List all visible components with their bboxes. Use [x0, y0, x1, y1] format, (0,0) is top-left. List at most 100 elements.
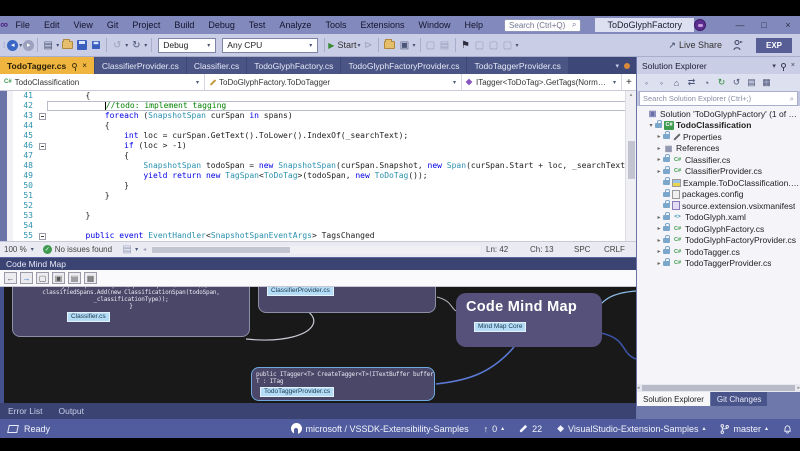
bookmark-icon[interactable]: ⚑ [459, 37, 473, 53]
tree-item-todotaggerprovider-cs[interactable]: ▸ C# TodoTaggerProvider.cs [637, 257, 800, 270]
code-line-49[interactable]: 49 yield return new TagSpan<ToDoTag>(tod… [13, 171, 636, 181]
forward-circle-icon[interactable]: ◦ [656, 78, 667, 88]
expander-icon[interactable]: ▾ [647, 122, 655, 129]
code-line-52[interactable]: 52 [13, 201, 636, 211]
panel-tab-solution-explorer[interactable]: Solution Explorer [637, 392, 710, 406]
nav-forward-icon[interactable]: → [20, 272, 33, 284]
solution-explorer-hscrollbar[interactable]: ◂ ▸ [637, 384, 800, 392]
editor-vertical-scrollbar[interactable]: ▴ [625, 91, 636, 241]
tree-item-todoglyphfactoryprovider-cs[interactable]: ▸ C# TodoGlyphFactoryProvider.cs [637, 234, 800, 247]
clear-bookmarks-icon[interactable]: ▢ [501, 37, 515, 53]
tab-list-chevron-icon[interactable]: ▾ [615, 62, 619, 70]
expander-icon[interactable]: ▸ [655, 237, 663, 244]
tree-item-source-extension-vsixmanifest[interactable]: source.extension.vsixmanifest [637, 200, 800, 212]
mindmap-panel-title[interactable]: Code Mind Map [0, 257, 636, 270]
find-in-files-icon[interactable]: ▣ [397, 37, 411, 53]
mindmap-node-badge[interactable]: TodoTaggerProvider.cs [260, 387, 335, 397]
code-line-43[interactable]: 43 foreach (SnapshotSpan curSpan in span… [13, 111, 636, 121]
tree-item-properties[interactable]: ▸ Properties [637, 131, 800, 143]
tab-classifier-cs[interactable]: Classifier.cs [186, 57, 247, 74]
code-line-42[interactable]: 42 //todo: implement tagging [13, 101, 636, 111]
undo-icon[interactable]: ↺ [110, 37, 124, 53]
back-circle-icon[interactable]: ◦ [641, 78, 652, 88]
scrollbar-thumb[interactable] [627, 141, 635, 179]
find-dropdown[interactable]: ▾ [412, 42, 415, 49]
mindmap-node-classifier[interactable]: SnapshotSpan todoSpan = tagSpan.Span.Get… [12, 287, 250, 337]
mindmap-node-badge[interactable]: Classifier.cs [67, 312, 110, 322]
minimize-button[interactable]: — [728, 16, 752, 34]
mindmap-node-todo-tagger-provider[interactable]: public ITagger<T> CreateTagger<T>(ITextB… [251, 367, 435, 401]
menu-test[interactable]: Test [242, 16, 273, 34]
solution-explorer-header[interactable]: Solution Explorer ▾ × [637, 57, 800, 74]
scroll-up-icon[interactable]: ▴ [630, 91, 633, 99]
prev-bookmark-icon[interactable]: ▢ [473, 37, 487, 53]
editor-horizontal-scrollbar[interactable] [152, 245, 480, 254]
bottom-tab-output[interactable]: Output [58, 406, 84, 416]
quick-search-input[interactable]: Search (Ctrl+Q) ⌕ [504, 18, 582, 32]
redo-dropdown[interactable]: ▾ [144, 42, 147, 49]
redo-icon[interactable]: ↻ [129, 37, 143, 53]
save-icon[interactable]: ▤ [68, 272, 81, 284]
project-dropdown[interactable]: C# TodoClassification ▾ [0, 74, 205, 90]
code-editor[interactable]: 41 {42 //todo: implement tagging 43 forea… [0, 91, 636, 241]
fold-collapse-icon[interactable] [38, 232, 46, 240]
platform-dropdown[interactable]: Any CPU ▾ [222, 37, 319, 53]
delete-icon[interactable]: ▣ [52, 272, 65, 284]
menu-tools[interactable]: Tools [318, 16, 353, 34]
tab-todoglyphfactory-cs[interactable]: TodoGlyphFactory.cs [247, 57, 341, 74]
close-panel-icon[interactable]: × [791, 62, 795, 69]
expander-icon[interactable]: ▸ [655, 133, 663, 140]
tree-item-solution-todoglyphfactory-1-of-1-project[interactable]: ▣Solution 'ToDoGlyphFactory' (1 of 1 pro… [637, 108, 800, 120]
document-health-icon[interactable]: ▤ [120, 242, 134, 258]
fold-collapse-icon[interactable] [38, 142, 46, 150]
feedback-person-icon[interactable] [732, 39, 744, 51]
menu-file[interactable]: File [8, 16, 37, 34]
code-line-44[interactable]: 44 { [13, 121, 636, 131]
navigate-back-dropdown[interactable]: ▾ [19, 42, 22, 49]
live-share-button[interactable]: Live Share [679, 40, 722, 50]
code-line-53[interactable]: 53 } [13, 211, 636, 221]
tree-item-example-todoclassification-png[interactable]: Example.ToDoClassification.png [637, 177, 800, 189]
hscroll-left-icon[interactable]: ◂ [143, 246, 146, 253]
github-repo-button[interactable]: microsoft / VSSDK-Extensibility-Samples [290, 423, 469, 434]
expander-icon[interactable]: ▸ [655, 214, 663, 221]
issues-status[interactable]: No issues found [55, 245, 112, 254]
tab-close-icon[interactable]: × [82, 61, 87, 70]
menu-analyze[interactable]: Analyze [272, 16, 318, 34]
code-line-41[interactable]: 41 { [13, 91, 636, 101]
show-all-files-icon[interactable]: ▦ [761, 77, 772, 88]
menu-debug[interactable]: Debug [201, 16, 242, 34]
notifications-button[interactable] [783, 424, 792, 434]
save-icon[interactable] [77, 40, 88, 50]
panel-tab-git-changes[interactable]: Git Changes [710, 392, 768, 406]
code-line-47[interactable]: 47 { [13, 151, 636, 161]
copy-icon[interactable]: ▢ [36, 272, 49, 284]
intellitrace-icon[interactable] [384, 39, 396, 49]
nav-back-icon[interactable]: ← [4, 272, 17, 284]
tab-classifierprovider-cs[interactable]: ClassifierProvider.cs [94, 57, 186, 74]
repository-selector[interactable]: ◆ VisualStudio-Extension-Samples ▴ [557, 423, 705, 434]
member-dropdown[interactable]: ITagger<ToDoTag>.GetTags(NormalizedSnaps… [462, 74, 622, 90]
bottom-tab-error-list[interactable]: Error List [8, 406, 42, 416]
code-line-55[interactable]: 55 public event EventHandler<SnapshotSpa… [13, 231, 636, 241]
experimental-instance-badge[interactable]: EXP [755, 37, 792, 53]
code-line-51[interactable]: 51 } [13, 191, 636, 201]
fold-margin[interactable] [37, 231, 47, 241]
unsaved-changes-button[interactable]: 22 [519, 424, 542, 434]
refresh-icon[interactable]: ↻ [716, 77, 727, 88]
account-avatar[interactable] [694, 19, 706, 31]
tree-item-classifierprovider-cs[interactable]: ▸ C# ClassifierProvider.cs [637, 165, 800, 178]
mindmap-node-badge[interactable]: ClassifierProvider.cs [267, 287, 334, 296]
tree-item-todoglyphfactory-cs[interactable]: ▸ C# TodoGlyphFactory.cs [637, 223, 800, 235]
mindmap-center-node[interactable]: Code Mind Map Mind Map Core [456, 293, 602, 347]
fold-margin[interactable] [37, 111, 47, 121]
tree-item-references[interactable]: ▸ ▦ References [637, 143, 800, 155]
menu-project[interactable]: Project [125, 16, 167, 34]
mindmap-node-classifier-provider[interactable]: ClassificationRegistry = null;Classifier… [258, 287, 436, 313]
expander-icon[interactable]: ▸ [655, 168, 663, 175]
type-dropdown[interactable]: ToDoGlyphFactory.ToDoTagger ▾ [205, 74, 462, 90]
start-debug-icon[interactable]: ▶ [328, 41, 334, 50]
start-dropdown[interactable]: ▾ [357, 42, 360, 49]
expander-icon[interactable]: ▸ [655, 145, 663, 152]
tab-todotagger-cs[interactable]: TodoTagger.cs × [0, 57, 94, 74]
